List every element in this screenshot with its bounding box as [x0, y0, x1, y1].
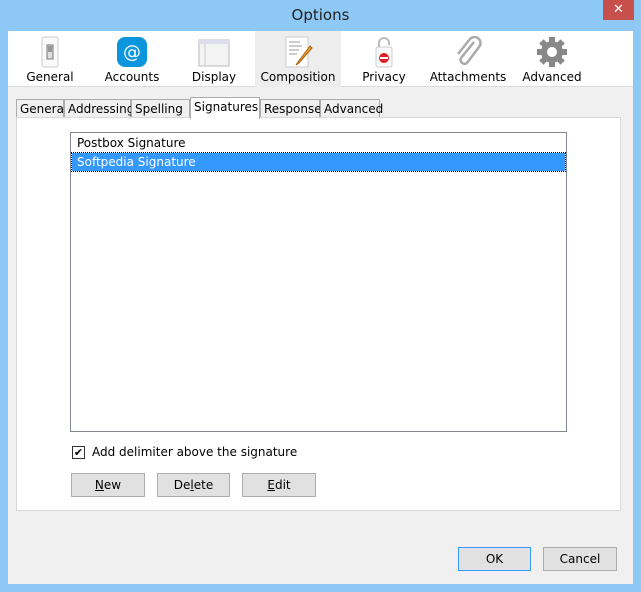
- list-item[interactable]: Softpedia Signature: [71, 152, 566, 172]
- tab-spelling[interactable]: Spelling: [131, 99, 190, 118]
- tab-advanced[interactable]: Advanced: [320, 99, 383, 118]
- checkmark-icon[interactable]: ✔: [72, 445, 85, 459]
- label: ete: [193, 478, 214, 492]
- toolbar-display[interactable]: Display: [183, 31, 245, 87]
- svg-text:@: @: [123, 42, 141, 63]
- close-button[interactable]: ✕: [603, 0, 634, 20]
- window-icon: [198, 39, 230, 67]
- gear-icon: [537, 37, 567, 67]
- label: dit: [274, 478, 291, 492]
- delete-button[interactable]: Delete: [157, 473, 230, 497]
- label: ew: [103, 478, 122, 492]
- tab-responses[interactable]: Responses: [260, 99, 328, 118]
- cancel-button[interactable]: Cancel: [543, 547, 617, 571]
- category-toolbar: General @ Accounts Display Composition P…: [8, 31, 633, 87]
- at-icon: @: [117, 37, 147, 67]
- ok-button[interactable]: OK: [458, 547, 531, 571]
- tab-general[interactable]: General: [16, 99, 67, 118]
- toolbar-label: Display: [191, 70, 237, 84]
- toolbar-attachments[interactable]: Attachments: [428, 31, 508, 87]
- paperclip-icon: [457, 36, 482, 66]
- label: De: [173, 478, 191, 492]
- options-dialog: General @ Accounts Display Composition P…: [8, 31, 633, 584]
- signature-list[interactable]: Postbox Signature Softpedia Signature: [70, 132, 567, 432]
- toolbar-advanced[interactable]: Advanced: [520, 31, 584, 87]
- toolbar-privacy[interactable]: Privacy: [353, 31, 415, 87]
- edit-button[interactable]: Edit: [242, 473, 316, 497]
- window-title: Options: [291, 6, 350, 24]
- toolbar-label: Composition: [260, 70, 336, 84]
- document-pencil-icon: [285, 36, 313, 68]
- tab-addressing[interactable]: Addressing: [64, 99, 134, 118]
- list-item[interactable]: Postbox Signature: [72, 134, 565, 152]
- delimiter-checkbox[interactable]: ✔ Add delimiter above the signature: [72, 445, 297, 459]
- toolbar-accounts[interactable]: @ Accounts: [98, 31, 166, 87]
- toolbar-general[interactable]: General: [18, 31, 82, 87]
- mnemonic: N: [94, 478, 104, 492]
- signatures-panel: Postbox Signature Softpedia Signature ✔ …: [16, 117, 621, 511]
- toolbar-label: Advanced: [522, 70, 582, 84]
- mnemonic: E: [267, 478, 275, 492]
- toolbar-label: Privacy: [362, 70, 406, 84]
- delimiter-label: Add delimiter above the signature: [92, 445, 298, 459]
- lock-icon: [375, 37, 393, 68]
- toolbar-composition[interactable]: Composition: [255, 31, 341, 87]
- toolbar-label: Accounts: [104, 70, 160, 84]
- new-button[interactable]: New: [71, 473, 145, 497]
- switch-icon: [41, 36, 59, 68]
- toolbar-label: General: [26, 70, 74, 84]
- tab-signatures[interactable]: Signatures: [190, 97, 260, 119]
- toolbar-label: Attachments: [429, 70, 507, 84]
